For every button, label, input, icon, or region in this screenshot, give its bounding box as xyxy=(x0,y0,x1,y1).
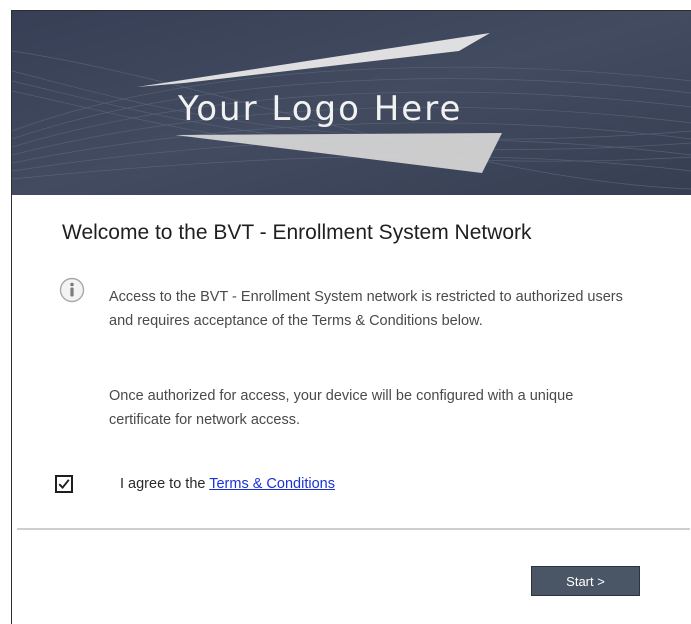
checkmark-icon xyxy=(58,479,70,490)
terms-link[interactable]: Terms & Conditions xyxy=(209,476,335,492)
info-icon xyxy=(59,277,85,303)
logo-text: Your Logo Here xyxy=(178,89,463,129)
enrollment-window: Your Logo Here Welcome to the BVT - Enro… xyxy=(11,10,691,624)
access-message: Access to the BVT - Enrollment System ne… xyxy=(109,289,623,329)
agree-label-text: I agree to the xyxy=(120,476,206,492)
certificate-message: Once authorized for access, your device … xyxy=(109,388,574,428)
logo-banner: Your Logo Here xyxy=(12,11,691,195)
agree-label: I agree to the Terms & Conditions xyxy=(120,476,335,492)
start-button[interactable]: Start > xyxy=(531,566,640,596)
agree-checkbox[interactable] xyxy=(55,475,73,493)
divider xyxy=(17,528,690,530)
page-title: Welcome to the BVT - Enrollment System N… xyxy=(62,221,532,244)
